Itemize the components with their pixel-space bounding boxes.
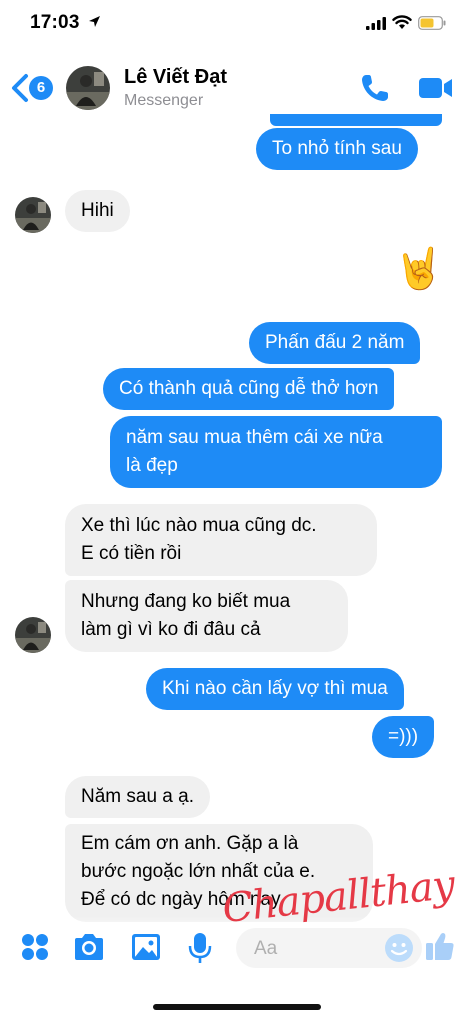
unread-badge[interactable]: 6 <box>29 76 53 100</box>
message-text-line: Em cám ơn anh. Gặp a là <box>81 833 299 854</box>
contact-avatar[interactable] <box>66 66 110 110</box>
message-text: =))) <box>388 726 419 747</box>
emoji-icon[interactable] <box>384 933 414 963</box>
message-text-line: năm sau mua thêm cái xe nữa <box>126 427 383 448</box>
back-chevron-icon[interactable] <box>10 73 30 103</box>
message-text: Khi nào cần lấy vợ thì mua <box>162 678 388 699</box>
message-incoming[interactable]: Xe thì lúc nào mua cũng dc. E có tiền rồ… <box>65 504 377 576</box>
contact-name[interactable]: Lê Viết Đạt <box>124 66 227 89</box>
phone-call-icon[interactable] <box>359 72 391 104</box>
home-indicator[interactable] <box>153 1004 321 1010</box>
message-outgoing[interactable]: To nhỏ tính sau <box>256 128 418 170</box>
contact-avatar-small[interactable] <box>15 617 51 653</box>
message-incoming[interactable]: Hihi <box>65 190 130 232</box>
sign-of-the-horns-emoji[interactable]: 🤘 <box>394 245 444 293</box>
status-time: 17:03 <box>30 12 80 33</box>
apps-icon[interactable] <box>20 932 50 962</box>
message-text-line: là đẹp <box>126 455 178 476</box>
message-text: To nhỏ tính sau <box>272 138 402 159</box>
message-outgoing[interactable]: năm sau mua thêm cái xe nữa là đẹp <box>110 416 442 488</box>
message-outgoing[interactable]: =))) <box>372 716 435 758</box>
message-outgoing[interactable]: Phấn đấu 2 năm <box>249 322 421 364</box>
location-arrow-icon <box>89 16 100 27</box>
message-text-line: Nhưng đang ko biết mua <box>81 591 291 612</box>
wifi-icon <box>392 15 412 29</box>
message-incoming[interactable]: Nhưng đang ko biết mua làm gì vì ko đi đ… <box>65 580 348 652</box>
microphone-icon[interactable] <box>188 932 212 964</box>
message-text-line: làm gì vì ko đi đâu cả <box>81 619 261 640</box>
contact-avatar-small[interactable] <box>15 197 51 233</box>
message-text-line: E có tiền rồi <box>81 543 182 564</box>
message-text: Có thành quả cũng dễ thở hơn <box>119 378 379 399</box>
message-text: Hihi <box>81 200 114 221</box>
camera-icon[interactable] <box>72 932 106 962</box>
cellular-signal-icon <box>366 17 386 30</box>
message-outgoing[interactable]: Có thành quả cũng dễ thở hơn <box>103 368 395 410</box>
message-input[interactable]: Aa <box>236 928 422 968</box>
message-text-line: Xe thì lúc nào mua cũng dc. <box>81 515 317 536</box>
message-text: Năm sau a ạ. <box>81 786 194 807</box>
previous-message-bubble <box>270 114 442 126</box>
conversation-header: 6 Lê Viết Đạt Messenger <box>0 50 473 122</box>
photo-icon[interactable] <box>130 932 162 962</box>
status-bar: 17:03 <box>0 0 473 50</box>
message-input-placeholder: Aa <box>254 938 278 959</box>
contact-platform: Messenger <box>124 92 204 109</box>
like-icon[interactable] <box>424 930 456 962</box>
message-outgoing[interactable]: Khi nào cần lấy vợ thì mua <box>146 668 404 710</box>
battery-icon <box>418 16 446 30</box>
video-call-icon[interactable] <box>418 75 454 101</box>
message-incoming[interactable]: Năm sau a ạ. <box>65 776 210 818</box>
message-text: Phấn đấu 2 năm <box>265 332 405 353</box>
